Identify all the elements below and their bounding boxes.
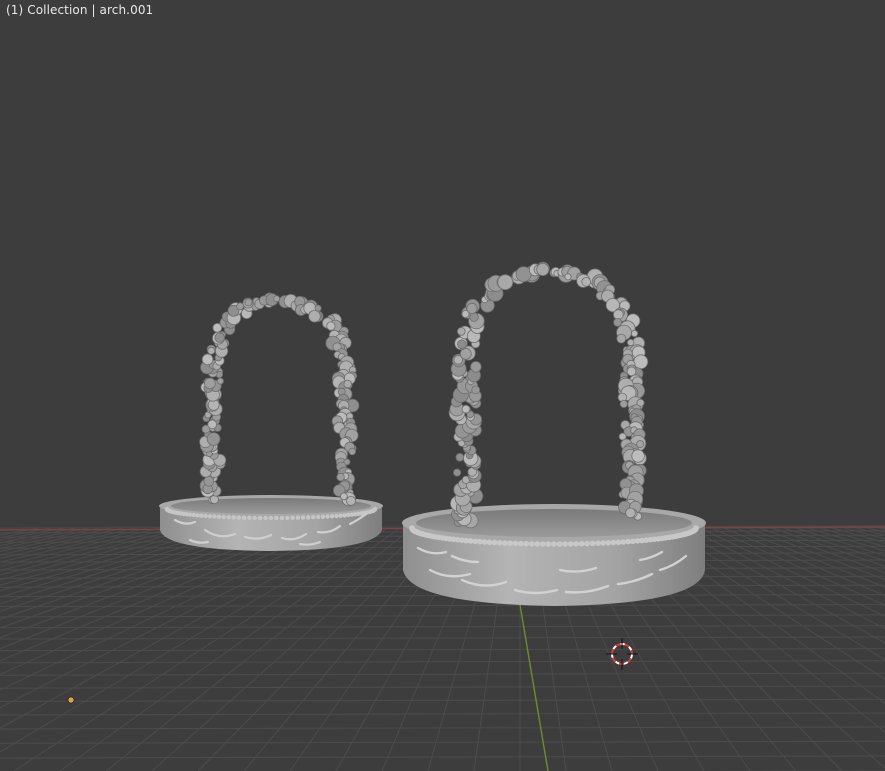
light-icon[interactable]	[67, 696, 75, 704]
arch-object[interactable]	[159, 292, 383, 551]
3d-viewport[interactable]: (1) Collection | arch.001	[0, 0, 885, 771]
viewport-scene[interactable]	[0, 0, 885, 771]
viewport-overlay-text: (1) Collection | arch.001	[6, 3, 154, 17]
arch-001-object[interactable]	[402, 261, 706, 606]
3d-cursor-icon[interactable]	[606, 638, 638, 670]
